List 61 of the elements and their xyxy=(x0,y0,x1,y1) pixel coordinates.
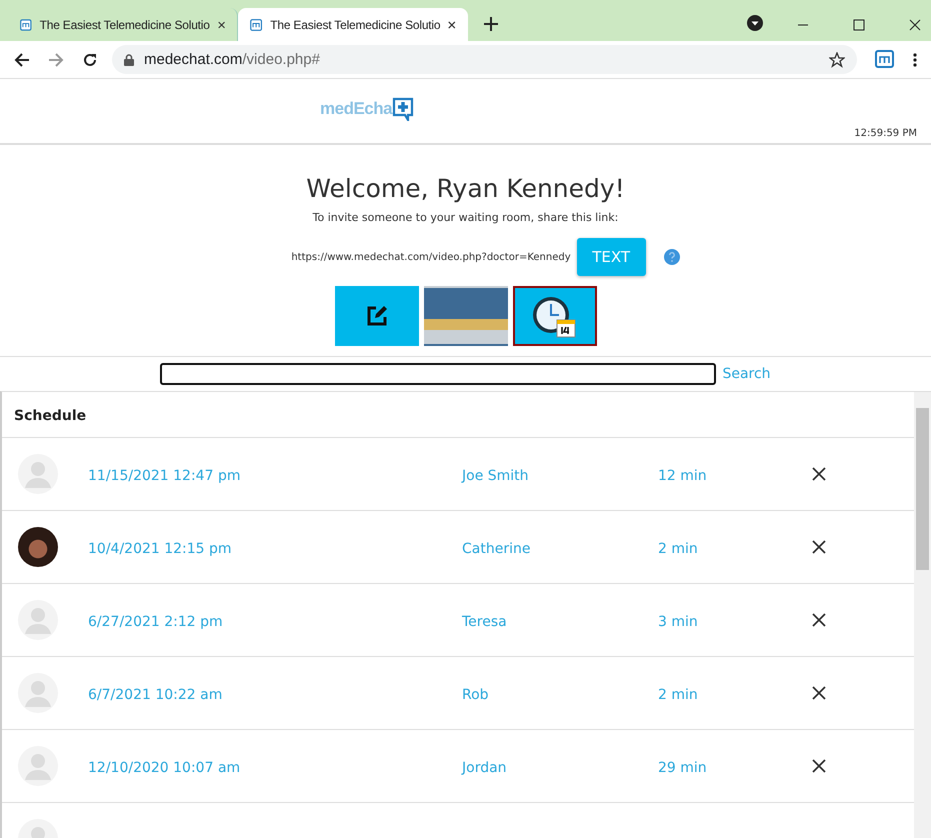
edit-tile[interactable] xyxy=(334,286,418,346)
logo-text: medEcha xyxy=(320,99,392,119)
dropdown-icon[interactable] xyxy=(747,15,763,31)
scrollbar[interactable] xyxy=(914,392,931,838)
avatar-placeholder xyxy=(18,454,58,494)
invite-text: To invite someone to your waiting room, share this link: xyxy=(312,211,620,224)
close-icon[interactable] xyxy=(909,19,921,31)
close-icon[interactable] xyxy=(812,686,826,700)
help-icon[interactable] xyxy=(664,249,680,265)
menu-icon[interactable] xyxy=(913,52,917,66)
duration-text: 2 min xyxy=(658,686,698,702)
avatar-placeholder xyxy=(18,673,58,713)
reload-icon[interactable] xyxy=(82,52,98,68)
patient-name[interactable]: Jordan xyxy=(462,760,507,776)
duration-text: 3 min xyxy=(658,614,698,630)
new-tab-icon[interactable] xyxy=(484,17,498,31)
close-icon[interactable] xyxy=(812,613,826,627)
patient-name[interactable]: Catherine xyxy=(462,540,530,556)
forward-icon[interactable] xyxy=(48,52,64,68)
close-icon[interactable] xyxy=(812,540,826,554)
welcome-heading: Welcome, Ryan Kennedy! xyxy=(305,173,626,205)
patient-name[interactable]: Teresa xyxy=(462,614,507,630)
avatar-placeholder xyxy=(18,746,58,786)
avatar-photo xyxy=(18,527,58,567)
duration-text: 2 min xyxy=(658,540,698,556)
browser-tab[interactable]: The Easiest Telemedicine Solutio xyxy=(238,8,468,41)
appointment-date[interactable]: 11/15/2021 12:47 pm xyxy=(88,468,240,484)
appointment-date[interactable]: 6/27/2021 2:12 pm xyxy=(88,614,223,630)
maximize-icon[interactable] xyxy=(853,19,865,31)
duration-text: 29 min xyxy=(658,760,707,776)
text-button[interactable]: TEXT xyxy=(576,238,646,276)
photo-placeholder[interactable] xyxy=(424,286,508,346)
address-bar[interactable]: medechat.com/video.php# xyxy=(112,45,857,74)
patient-name[interactable]: Joe Smith xyxy=(462,468,529,484)
patient-name[interactable]: Rob xyxy=(462,686,489,702)
close-icon[interactable] xyxy=(812,467,826,481)
avatar-placeholder xyxy=(18,600,58,640)
tab-title: The Easiest Telemedicine Solutio xyxy=(40,18,210,32)
url-text: medechat.com/video.php# xyxy=(144,51,320,68)
tab-title: The Easiest Telemedicine Solutio xyxy=(270,18,440,32)
appointment-date[interactable]: 6/7/2021 10:22 am xyxy=(88,686,222,702)
back-icon[interactable] xyxy=(14,52,30,68)
close-icon[interactable] xyxy=(218,20,225,30)
star-icon[interactable] xyxy=(829,52,845,68)
lock-icon xyxy=(124,54,134,66)
chat-plus-icon xyxy=(392,97,414,121)
schedule-tile[interactable] xyxy=(512,286,596,346)
search-field[interactable] xyxy=(160,363,716,385)
duration-text: 12 min xyxy=(658,468,707,484)
extension-icon[interactable] xyxy=(875,50,895,70)
app-icon xyxy=(20,16,32,32)
close-icon[interactable] xyxy=(812,759,826,773)
edit-icon xyxy=(366,305,388,327)
clock-time: 12:59:59 PM xyxy=(854,128,917,139)
search-link[interactable]: Search xyxy=(722,366,771,382)
schedule-heading: Schedule xyxy=(2,392,914,438)
close-icon[interactable] xyxy=(448,20,456,30)
app-icon xyxy=(250,16,262,32)
clock-calendar-icon xyxy=(530,294,578,338)
appointment-date[interactable]: 10/4/2021 12:15 pm xyxy=(88,540,232,556)
appointment-date[interactable]: 12/10/2020 10:07 am xyxy=(88,760,240,776)
